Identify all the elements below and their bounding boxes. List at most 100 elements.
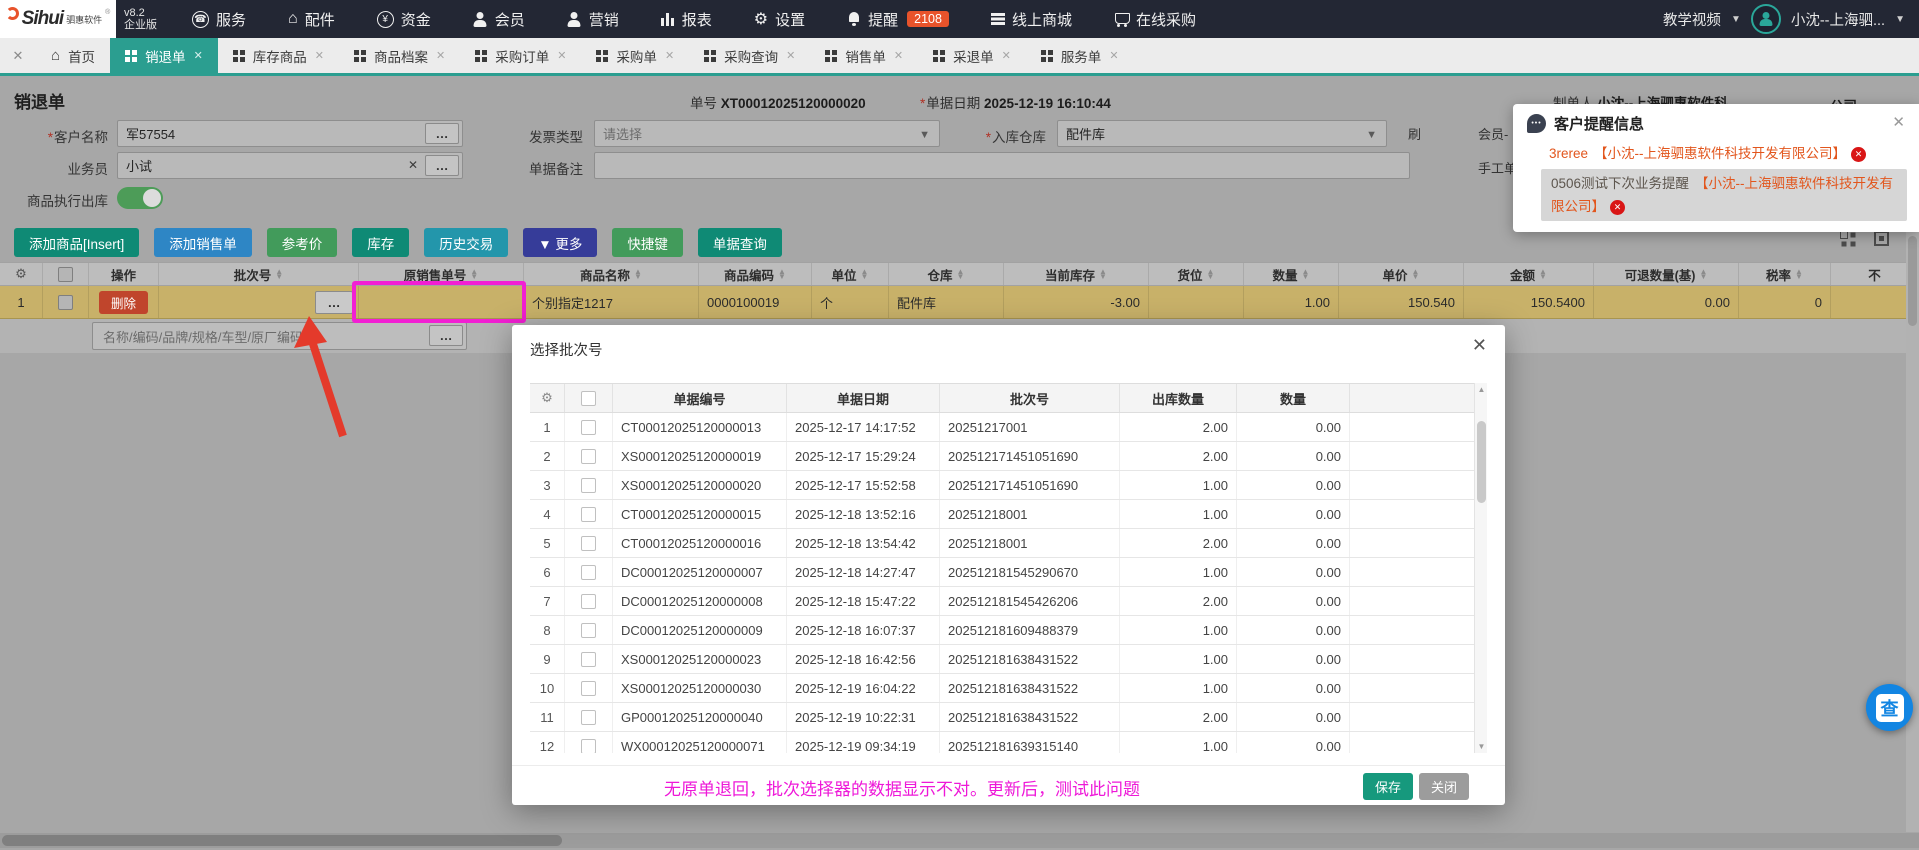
tax-rate-cell[interactable]: 0 [1739,286,1831,318]
warehouse-select[interactable]: 配件库 ▼ [1057,120,1387,147]
grid-layout-icon[interactable] [1840,231,1856,247]
toolbar-button[interactable]: 参考价 [267,228,338,257]
warehouse-cell[interactable]: 配件库 [889,286,1004,318]
batch-row[interactable]: 5 CT00012025120000016 2025-12-18 13:54:4… [530,529,1487,558]
tab[interactable]: 销售单 ✕ [810,38,918,73]
sort-icon[interactable]: ▲▼ [1795,269,1803,279]
unit-price-cell[interactable]: 150.540 [1339,286,1464,318]
batch-row[interactable]: 12 WX00012025120000071 2025-12-19 09:34:… [530,732,1487,753]
topnav-menu-item[interactable]: 会员 [452,0,546,38]
column-header[interactable]: 当前库存 ▲▼ [1004,263,1149,285]
tab[interactable]: 库存商品 ✕ [218,38,339,73]
sort-icon[interactable]: ▲▼ [470,269,478,279]
dismiss-icon[interactable]: ✕ [1851,147,1866,162]
scroll-down-icon[interactable]: ▼ [1475,742,1487,751]
row-checkbox[interactable] [581,449,596,464]
batch-row[interactable]: 1 CT00012025120000013 2025-12-17 14:17:5… [530,413,1487,442]
dismiss-icon[interactable]: ✕ [1610,200,1625,215]
tab-close-icon[interactable]: ✕ [1109,49,1118,62]
app-logo[interactable]: Sihui 驷惠软件 ® [0,0,116,38]
sort-icon[interactable]: ▲▼ [1412,269,1420,279]
column-header[interactable]: 数量 [1237,384,1350,412]
column-header[interactable]: 批次号 [940,384,1120,412]
topnav-menu-item[interactable]: ☎ 服务 [171,0,267,38]
tab[interactable]: 采购单 ✕ [581,38,689,73]
returnable-qty-cell[interactable]: 0.00 [1594,286,1739,318]
batch-row[interactable]: 2 XS00012025120000019 2025-12-17 15:29:2… [530,442,1487,471]
select-all-checkbox[interactable] [58,267,73,282]
column-header[interactable]: 仓库 ▲▼ [889,263,1004,285]
amount-cell[interactable]: 150.5400 [1464,286,1594,318]
row-checkbox[interactable] [581,594,596,609]
batch-row[interactable]: 11 GP00012025120000040 2025-12-19 10:22:… [530,703,1487,732]
column-header[interactable]: 可退数量(基) ▲▼ [1594,263,1739,285]
column-header[interactable]: 单价 ▲▼ [1339,263,1464,285]
sort-icon[interactable]: ▲▼ [275,269,283,279]
batch-row[interactable]: 6 DC00012025120000007 2025-12-18 14:27:4… [530,558,1487,587]
save-button[interactable]: 保存 [1363,773,1413,800]
sort-icon[interactable]: ▲▼ [1699,269,1707,279]
batch-row[interactable]: 3 XS00012025120000020 2025-12-17 15:52:5… [530,471,1487,500]
salesman-input[interactable]: 小试 ✕ … [117,152,463,179]
tab-close-icon[interactable]: ✕ [894,49,903,62]
topnav-menu-item[interactable]: 提醒 2108 [826,0,970,38]
reminder-close-icon[interactable]: ✕ [1892,113,1905,131]
topnav-menu-item[interactable]: 线上商城 [970,0,1093,38]
column-header[interactable]: 商品名称 ▲▼ [524,263,699,285]
sort-icon[interactable]: ▲▼ [1302,269,1310,279]
salesman-lookup-button[interactable]: … [425,155,459,176]
row-checkbox[interactable] [58,295,73,310]
vertical-scrollbar[interactable] [1906,232,1919,832]
row-checkbox[interactable] [581,536,596,551]
row-checkbox[interactable] [581,507,596,522]
tab[interactable]: ⌂ 首页 [36,38,110,73]
dialog-scrollbar[interactable]: ▲ ▼ [1474,383,1487,753]
tab-close-icon[interactable]: ✕ [557,49,566,62]
column-header[interactable]: 批次号 ▲▼ [159,263,359,285]
location-cell[interactable] [1149,286,1244,318]
tab-close-icon[interactable]: ✕ [665,49,674,62]
product-search-input[interactable]: 名称/编码/品牌/规格/车型/原厂编码 … [92,322,467,350]
toolbar-button[interactable]: 单据查询 [698,228,782,257]
invoice-type-select[interactable]: 请选择 ▼ [594,120,940,147]
grid-settings-header[interactable]: ⚙ [0,263,43,285]
column-header[interactable]: 商品编码 ▲▼ [699,263,812,285]
column-header[interactable]: 单据编号 [613,384,787,412]
toolbar-button[interactable]: 快捷键 [612,228,683,257]
topnav-menu-item[interactable]: 营销 [546,0,640,38]
sort-icon[interactable]: ▲▼ [634,269,642,279]
tab[interactable]: 商品档案 ✕ [339,38,460,73]
column-header[interactable]: 操作 ▲▼ [89,263,159,285]
quick-search-float-button[interactable]: 查 [1866,684,1913,731]
column-header[interactable]: 单据日期 [787,384,940,412]
remark-input[interactable] [594,152,1410,179]
row-checkbox[interactable] [581,478,596,493]
row-checkbox[interactable] [581,420,596,435]
sort-icon[interactable]: ▲▼ [1207,269,1215,279]
column-header[interactable]: 金额 ▲▼ [1464,263,1594,285]
column-header[interactable]: 税率 ▲▼ [1739,263,1831,285]
tab-close-icon[interactable]: ✕ [786,49,795,62]
unit-cell[interactable]: 个 [812,286,889,318]
scroll-up-icon[interactable]: ▲ [1475,385,1487,394]
customer-lookup-button[interactable]: … [425,123,459,144]
toolbar-button[interactable]: ▼ 更多 [523,228,597,257]
customer-input[interactable]: 军57554 … [117,120,463,147]
row-checkbox[interactable] [581,565,596,580]
close-all-tabs-icon[interactable]: ✕ [0,38,36,73]
delete-row-button[interactable]: 删除 [99,291,148,314]
tab-close-icon[interactable]: ✕ [194,49,203,62]
clear-icon[interactable]: ✕ [408,158,418,172]
search-lookup-button[interactable]: … [429,325,463,346]
batch-row[interactable]: 7 DC00012025120000008 2025-12-18 15:47:2… [530,587,1487,616]
batch-row[interactable]: 8 DC00012025120000009 2025-12-18 16:07:3… [530,616,1487,645]
batch-select-all-header[interactable] [565,384,613,412]
topnav-menu-item[interactable]: ¥ 资金 [356,0,452,38]
current-stock-cell[interactable]: -3.00 [1004,286,1149,318]
tutorial-link[interactable]: 教学视频 [1663,9,1721,30]
column-header[interactable]: 数量 ▲▼ [1244,263,1339,285]
outbound-toggle[interactable] [117,187,163,209]
toolbar-button[interactable]: 添加销售单 [154,228,252,257]
toolbar-button[interactable]: 库存 [352,228,409,257]
sort-icon[interactable]: ▲▼ [778,269,786,279]
